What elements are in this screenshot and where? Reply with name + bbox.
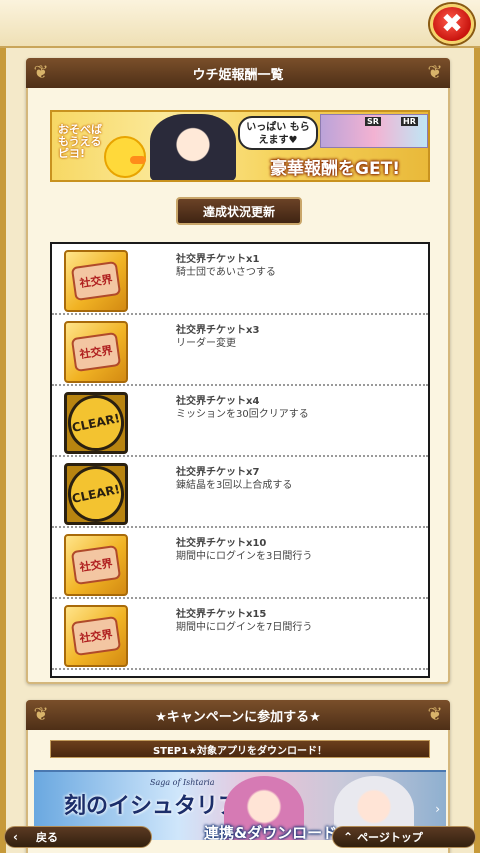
reward-description: リーダー変更 — [176, 338, 236, 349]
social-ticket-icon: 社交界 — [64, 250, 128, 312]
chevron-up-icon: ⌃ — [343, 830, 354, 844]
reward-description: ミッションを30回クリアする — [176, 409, 309, 420]
ornament-left-icon: ❦ — [33, 704, 49, 725]
reward-row: 社交界 社交界チケットx15 期間中にログインを7日間行う — [52, 599, 428, 670]
ornament-right-icon: ❦ — [427, 704, 443, 725]
social-ticket-icon: 社交界 — [64, 605, 128, 667]
reward-description: 騎士団であいさつする — [176, 267, 276, 278]
clear-stamp-icon: CLEAR! — [62, 460, 130, 528]
reward-row: CLEAR! 社交界チケットx4 ミッションを30回クリアする — [52, 386, 428, 457]
social-ticket-icon: 社交界 — [64, 534, 128, 596]
card-badge-sr: SR — [365, 117, 381, 126]
ornament-left-icon: ❦ — [33, 62, 49, 83]
rewards-panel: ❦ ウチ姫報酬一覧 ❦ おそべば もうえる ピヨ! いっぱい もらえます♥ SR… — [26, 58, 450, 684]
top-bar: ✖ — [0, 0, 480, 48]
clear-stamp-icon: CLEAR! — [62, 389, 130, 457]
app-banner-subtitle: Saga of Ishtaria — [150, 778, 215, 787]
campaign-panel-header: ❦ ★キャンペーンに参加する★ ❦ — [26, 700, 450, 730]
ticket-tag-label: 社交界 — [70, 260, 122, 302]
ticket-tag-label: 社交界 — [70, 615, 122, 657]
ticket-tag-label: 社交界 — [70, 544, 122, 586]
reward-list: 社交界 社交界チケットx1 騎士団であいさつする 社交界 社交界チケットx3 リ… — [50, 242, 430, 678]
banner-headline: 豪華報酬をGET! — [270, 158, 400, 179]
character-illustration — [150, 114, 236, 180]
close-icon: ✖ — [441, 9, 463, 39]
reward-row: 社交界 社交界チケットx1 騎士団であいさつする — [52, 244, 428, 315]
app-banner-logo: 刻のイシュタリア — [64, 793, 241, 819]
reward-row: 社交界 社交界チケットx10 期間中にログインを3日間行う — [52, 528, 428, 599]
chevron-left-icon: ‹ — [13, 830, 18, 844]
update-status-button[interactable]: 達成状況更新 — [176, 197, 302, 225]
download-link-label: 連携&ダウンロード — [204, 824, 338, 840]
reward-row: CLEAR! 社交界チケットx7 錬結晶を3回以上合成する — [52, 457, 428, 528]
clear-stamp-label: CLEAR! — [62, 389, 130, 457]
rewards-panel-title: ウチ姫報酬一覧 — [192, 67, 284, 83]
social-ticket-icon: 社交界 — [64, 321, 128, 383]
page-top-label: ページトップ — [357, 831, 423, 844]
campaign-panel-title: ★キャンペーンに参加する★ — [155, 709, 321, 725]
reward-description: 錬結晶を3回以上合成する — [176, 480, 293, 491]
clear-stamp-label: CLEAR! — [62, 460, 130, 528]
reward-row: 社交界 社交界チケットx3 リーダー変更 — [52, 315, 428, 386]
reward-description: 期間中にログインを3日間行う — [176, 551, 313, 562]
duck-mascot-icon — [104, 136, 146, 178]
back-label: 戻る — [35, 831, 58, 844]
close-button[interactable]: ✖ — [430, 4, 474, 44]
rewards-banner[interactable]: おそべば もうえる ピヨ! いっぱい もらえます♥ SR HR 豪華報酬をGET… — [50, 110, 430, 182]
card-badge-hr: HR — [401, 117, 418, 126]
chevron-right-icon: › — [435, 802, 440, 816]
step1-label: STEP1★対象アプリをダウンロード！ — [50, 740, 430, 758]
ornament-right-icon: ❦ — [427, 62, 443, 83]
reward-cards-illustration: SR HR — [320, 114, 428, 148]
banner-bubble-right: いっぱい もらえます♥ — [238, 116, 318, 150]
rewards-panel-header: ❦ ウチ姫報酬一覧 ❦ — [26, 58, 450, 88]
ticket-tag-label: 社交界 — [70, 331, 122, 373]
page-top-button[interactable]: ⌃ ページトップ — [332, 826, 476, 848]
reward-description: 期間中にログインを7日間行う — [176, 622, 313, 633]
back-button[interactable]: ‹ 戻る — [4, 826, 152, 848]
